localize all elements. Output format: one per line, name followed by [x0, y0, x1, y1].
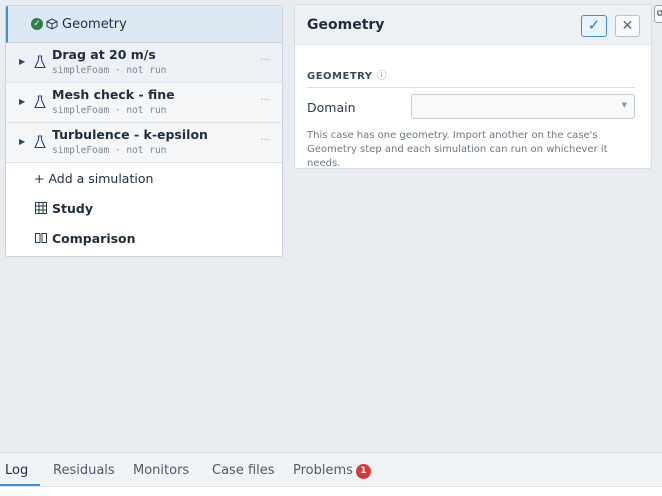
cube-icon — [46, 18, 58, 30]
close-icon: ✕ — [621, 18, 634, 34]
tab-problems-label: Problems — [293, 463, 353, 478]
tab-problems[interactable]: Problems 1 — [293, 463, 371, 479]
more-options-icon[interactable]: ··· — [260, 95, 270, 106]
flask-icon — [34, 134, 46, 153]
more-options-icon[interactable]: ··· — [260, 135, 270, 146]
check-circle-icon: ✓ — [31, 18, 43, 30]
expand-arrow-icon[interactable]: ▶ — [19, 97, 25, 106]
simulation-status: simpleFoam · not run — [52, 145, 167, 156]
tab-monitors[interactable]: Monitors — [133, 463, 189, 478]
confirm-button[interactable]: ✓ — [581, 15, 607, 37]
case-tree-panel: ✓ Geometry ▶ Drag at 20 m/s simpleFoam ·… — [5, 5, 283, 257]
domain-label: Domain — [307, 100, 356, 115]
tab-residuals[interactable]: Residuals — [53, 463, 115, 478]
active-tab-indicator — [0, 484, 40, 486]
tree-item-label: Geometry — [62, 16, 127, 32]
tree-item-comparison[interactable]: Comparison — [6, 223, 282, 253]
info-icon[interactable]: ⓘ — [377, 71, 388, 82]
problems-count-badge: 1 — [355, 464, 371, 479]
tree-item-study[interactable]: Study — [6, 193, 282, 223]
editor-header: Geometry ✓ ✕ — [295, 5, 651, 45]
simulation-title: Turbulence - k-epsilon — [52, 127, 208, 142]
table-icon — [34, 202, 48, 214]
checkmark-icon: ✓ — [587, 16, 601, 34]
bottom-panel: Log Residuals Monitors Case files Proble… — [0, 452, 662, 496]
section-header: GEOMETRY ⓘ — [307, 67, 635, 88]
add-simulation-label: + Add a simulation — [34, 170, 154, 186]
geometry-editor-panel: Geometry ✓ ✕ GEOMETRY ⓘ Domain ▼ This cas… — [294, 4, 652, 169]
panel-toggle-button[interactable]: ⧉ — [654, 5, 662, 23]
expand-arrow-icon[interactable]: ▶ — [19, 57, 25, 66]
tab-log[interactable]: Log — [5, 463, 28, 478]
bottom-tabs: Log Residuals Monitors Case files Proble… — [0, 453, 662, 487]
simulation-item[interactable]: ▶ Drag at 20 m/s simpleFoam · not run ··… — [6, 43, 282, 83]
add-simulation-button[interactable]: + Add a simulation — [6, 163, 282, 193]
simulation-status: simpleFoam · not run — [52, 105, 167, 116]
panel-icon: ⧉ — [657, 9, 662, 19]
simulation-status: simpleFoam · not run — [52, 65, 167, 76]
simulation-title: Drag at 20 m/s — [52, 47, 156, 62]
section-title: GEOMETRY — [307, 71, 373, 82]
study-label: Study — [52, 200, 93, 216]
domain-select[interactable]: ▼ — [411, 94, 635, 119]
simulation-item[interactable]: ▶ Turbulence - k-epsilon simpleFoam · no… — [6, 123, 282, 163]
tab-case-files[interactable]: Case files — [212, 463, 275, 478]
comparison-label: Comparison — [52, 230, 136, 246]
editor-title: Geometry — [307, 16, 385, 33]
chevron-down-icon: ▼ — [621, 101, 627, 109]
more-options-icon[interactable]: ··· — [260, 55, 270, 66]
flask-icon — [34, 54, 46, 73]
close-button[interactable]: ✕ — [615, 15, 640, 37]
expand-arrow-icon[interactable]: ▶ — [19, 137, 25, 146]
tree-item-geometry[interactable]: ✓ Geometry — [6, 6, 282, 43]
flask-icon — [34, 94, 46, 113]
columns-icon — [34, 232, 48, 244]
simulation-item[interactable]: ▶ Mesh check - fine simpleFoam · not run… — [6, 83, 282, 123]
geometry-hint-text: This case has one geometry. Import anoth… — [307, 130, 608, 169]
simulation-title: Mesh check - fine — [52, 87, 175, 102]
